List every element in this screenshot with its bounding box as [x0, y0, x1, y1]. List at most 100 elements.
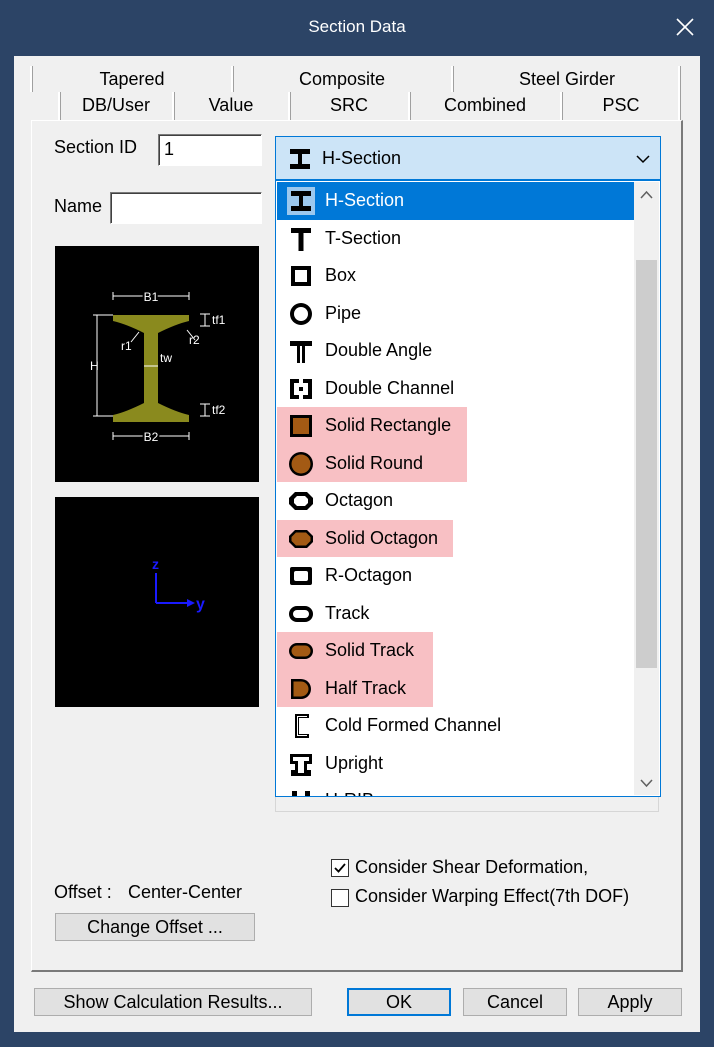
- change-offset-button[interactable]: Change Offset ...: [55, 913, 255, 941]
- list-item-label: Upright: [325, 752, 384, 773]
- list-item[interactable]: Box: [277, 257, 634, 295]
- pipe-icon: [290, 302, 312, 325]
- offset-label: Offset :: [54, 882, 112, 902]
- list-item-label: Solid Track: [325, 640, 415, 660]
- list-item[interactable]: Half Track: [277, 669, 634, 707]
- list-item[interactable]: Track: [277, 595, 634, 633]
- list-item[interactable]: Double Angle: [277, 332, 634, 370]
- list-item-label: H-Section: [325, 190, 405, 210]
- list-item-label: T-Section: [325, 227, 402, 248]
- box-icon: [291, 266, 311, 286]
- list-item-label: Cold Formed Channel: [325, 715, 502, 735]
- axis-drawing: z y: [152, 556, 205, 613]
- list-item[interactable]: Pipe: [277, 295, 634, 333]
- tab-steel-girder[interactable]: Steel Girder: [453, 66, 681, 92]
- list-item-label: Solid Octagon: [325, 527, 439, 548]
- ok-button[interactable]: OK: [347, 988, 451, 1016]
- apply-button[interactable]: Apply: [578, 988, 682, 1016]
- section-id-value: 1: [164, 139, 175, 159]
- axis-z-label: z: [152, 556, 159, 572]
- combo-selected-label: H-Section: [322, 148, 402, 168]
- list-item[interactable]: Solid Round: [277, 444, 634, 482]
- section-id-field[interactable]: 1: [158, 134, 262, 166]
- show-calculation-results-button[interactable]: Show Calculation Results...: [34, 988, 312, 1016]
- cold-formed-channel-icon: [295, 714, 309, 738]
- name-field[interactable]: [110, 192, 262, 224]
- list-item-label: Double Angle: [325, 340, 433, 360]
- list-item[interactable]: Upright: [277, 745, 634, 783]
- axis-y-label: y: [196, 596, 205, 613]
- name-label: Name: [54, 196, 103, 216]
- list-item[interactable]: T-Section: [277, 220, 634, 258]
- list-item-label: Double Channel: [325, 377, 455, 398]
- label-tf1: tf1: [212, 313, 226, 327]
- section-diagram: B1 B2 H tf1 tf2 tw r1 r2: [55, 246, 259, 482]
- list-item-label: Solid Rectangle: [325, 415, 452, 435]
- label-b1: B1: [144, 290, 159, 304]
- close-icon[interactable]: [674, 16, 696, 38]
- title-bar[interactable]: Section Data: [0, 0, 714, 56]
- shear-deformation-checkbox[interactable]: [331, 859, 349, 877]
- list-item[interactable]: Solid Octagon: [277, 519, 634, 557]
- half-track-icon: [291, 678, 311, 699]
- double-channel-icon: [290, 378, 312, 399]
- list-item[interactable]: Double Channel: [277, 370, 634, 408]
- label-r2: r2: [189, 333, 200, 347]
- checkmark-icon: [334, 863, 346, 873]
- list-item[interactable]: Solid Rectangle: [277, 407, 634, 445]
- label-tw: tw: [160, 351, 172, 365]
- track-icon: [289, 605, 313, 622]
- shear-deformation-label: Consider Shear Deformation,: [355, 857, 589, 877]
- window-title: Section Data: [308, 17, 406, 36]
- tab-value[interactable]: Value: [174, 92, 288, 118]
- list-item-label: Octagon: [325, 490, 394, 510]
- label-r1: r1: [121, 339, 132, 353]
- label-tf2: tf2: [212, 403, 226, 417]
- section-data-dialog: Section Data Tapered Composite Steel Gir…: [0, 0, 714, 1047]
- octagon-icon: [289, 492, 313, 510]
- cancel-button[interactable]: Cancel: [463, 988, 567, 1016]
- scroll-down-icon[interactable]: [640, 779, 653, 788]
- list-item[interactable]: Octagon: [277, 482, 634, 520]
- section-id-label: Section ID: [54, 137, 138, 157]
- t-section-icon: [291, 227, 311, 251]
- list-item[interactable]: H-RIB: [277, 782, 634, 796]
- solid-rectangle-icon: [290, 415, 312, 437]
- list-scrollbar[interactable]: [634, 182, 659, 795]
- list-item-label: H-RIB: [325, 790, 374, 796]
- label-h: H: [90, 359, 99, 373]
- tab-tapered[interactable]: Tapered: [32, 66, 232, 92]
- section-type-list[interactable]: H-RIB Upright Cold Formed Channel Half Trac…: [275, 180, 661, 797]
- h-rib-icon: [292, 791, 310, 796]
- scroll-up-icon[interactable]: [640, 190, 653, 199]
- offset-value: Center-Center: [128, 882, 243, 902]
- r-octagon-icon: [290, 567, 312, 585]
- tab-db-user[interactable]: DB/User: [60, 92, 172, 118]
- axis-view: z y: [55, 497, 259, 707]
- upright-icon: [290, 753, 312, 776]
- h-section-icon: [287, 187, 315, 215]
- chevron-down-icon: [636, 155, 650, 164]
- list-item[interactable]: H-Section: [277, 182, 634, 220]
- scroll-thumb[interactable]: [636, 260, 657, 668]
- h-section-icon: [290, 149, 310, 169]
- list-item-label: Solid Round: [325, 452, 424, 473]
- warping-effect-checkbox[interactable]: [331, 889, 349, 907]
- label-b2: B2: [144, 430, 159, 444]
- solid-octagon-icon: [289, 529, 313, 548]
- section-type-combo[interactable]: H-Section: [275, 136, 661, 180]
- tab-composite[interactable]: Composite: [233, 66, 451, 92]
- tab-psc[interactable]: PSC: [562, 92, 680, 118]
- list-item[interactable]: Solid Track: [277, 632, 634, 670]
- tab-src[interactable]: SRC: [290, 92, 408, 118]
- list-item[interactable]: R-Octagon: [277, 557, 634, 595]
- list-item[interactable]: Cold Formed Channel: [277, 707, 634, 745]
- list-item-label: R-Octagon: [325, 565, 413, 585]
- list-item-label: Box: [325, 265, 357, 285]
- list-item-label: Pipe: [325, 302, 362, 323]
- list-item-label: Half Track: [325, 677, 407, 698]
- solid-round-icon: [289, 451, 313, 476]
- double-angle-icon: [290, 341, 312, 363]
- h-section-drawing: B1 B2 H tf1 tf2 tw r1 r2: [90, 288, 226, 446]
- tab-combined[interactable]: Combined: [410, 92, 560, 118]
